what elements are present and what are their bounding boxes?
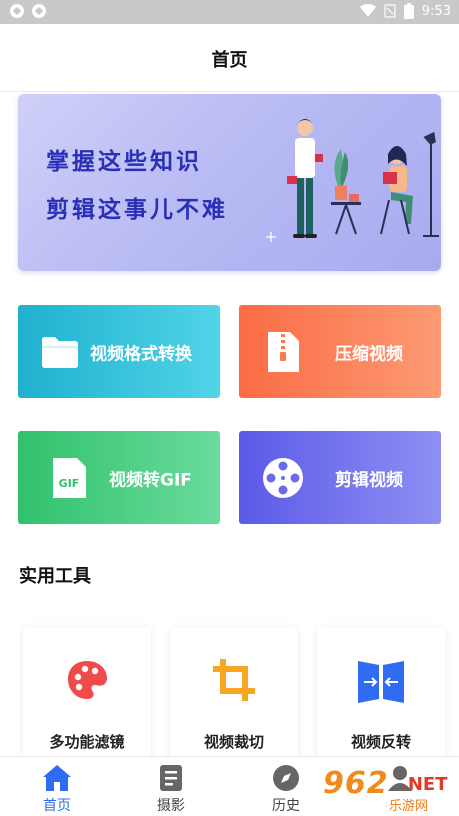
folder-icon (42, 336, 78, 368)
tab-history[interactable]: 历史 (246, 757, 326, 816)
film-reel-icon (263, 457, 303, 498)
watermark-net: .NET (401, 774, 448, 795)
tool-label: 多功能滤镜 (49, 733, 125, 751)
tool-video-reverse[interactable]: 视频反转 (317, 627, 445, 767)
gif-icon-text: GIF (59, 477, 80, 490)
flip-icon (358, 661, 404, 703)
reading-people-illustration (266, 119, 439, 242)
card-label: 剪辑视频 (335, 470, 403, 490)
status-time: 9:53 (421, 3, 451, 19)
wifi-icon (359, 4, 376, 17)
tab-label: 历史 (272, 798, 300, 814)
page-title: 首页 (211, 50, 248, 71)
compass-icon (273, 765, 299, 791)
gif-file-icon: GIF (53, 457, 86, 498)
card-label: 视频格式转换 (90, 344, 192, 364)
crop-icon (213, 659, 255, 701)
tab-label: 摄影 (157, 798, 185, 814)
status-bar: 9:53 (0, 0, 459, 24)
notification-icon (32, 4, 46, 18)
card-edit-video[interactable]: 剪辑视频 (239, 431, 441, 524)
notification-icon (10, 4, 24, 18)
site-watermark: 962 .NET 乐游网 (319, 766, 455, 814)
card-video-format-convert[interactable]: 视频格式转换 (18, 305, 220, 398)
card-label: 视频转GIF (109, 470, 192, 490)
tab-label: 首页 (43, 798, 71, 814)
tool-label: 视频裁切 (203, 733, 264, 751)
app-header: 首页 (0, 24, 459, 92)
tab-home[interactable]: 首页 (17, 757, 97, 816)
document-icon (160, 765, 182, 791)
zip-file-icon (268, 331, 299, 372)
banner-line-2: 剪辑这事儿不难 (46, 197, 228, 223)
card-label: 压缩视频 (335, 344, 403, 364)
signal-off-icon (384, 4, 396, 18)
watermark-subtitle: 乐游网 (387, 795, 431, 814)
home-icon (43, 765, 71, 791)
section-title-tools: 实用工具 (19, 566, 91, 587)
card-compress-video[interactable]: 压缩视频 (239, 305, 441, 398)
promo-banner[interactable]: 掌握这些知识 剪辑这事儿不难 (18, 94, 441, 271)
tool-multi-filter[interactable]: 多功能滤镜 (23, 627, 151, 767)
watermark-number: 962 (323, 766, 389, 801)
palette-icon (68, 661, 107, 699)
tool-video-crop[interactable]: 视频裁切 (170, 627, 298, 767)
battery-icon (403, 3, 414, 19)
banner-line-1: 掌握这些知识 (46, 149, 202, 175)
tool-label: 视频反转 (350, 733, 411, 751)
tab-photography[interactable]: 摄影 (131, 757, 211, 816)
card-video-to-gif[interactable]: GIF 视频转GIF (18, 431, 220, 524)
